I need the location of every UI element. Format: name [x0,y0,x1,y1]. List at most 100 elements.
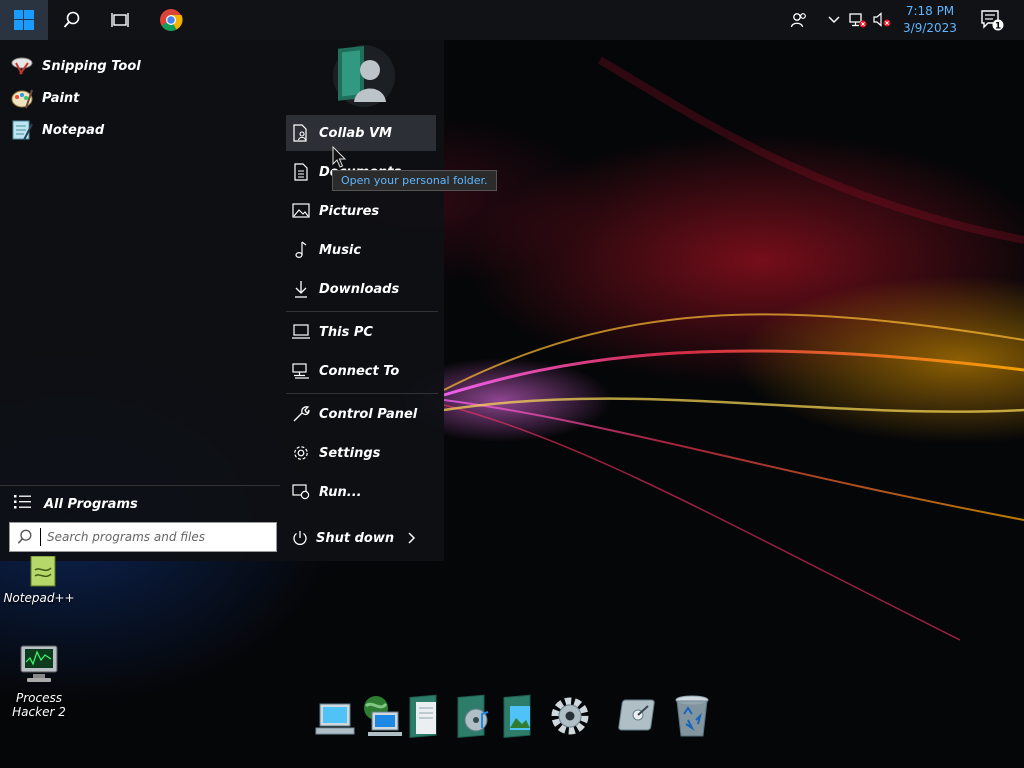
text-caret [40,528,41,546]
dock [312,690,716,746]
show-hidden-icons-button[interactable] [822,0,846,40]
clock-date: 3/9/2023 [903,21,957,35]
gear-icon [288,444,314,462]
pictures-folder-icon [503,694,531,739]
action-center-button[interactable]: 1 [972,0,1012,40]
dock-settings[interactable] [546,690,594,742]
link-user-folder[interactable]: Collab VM [286,115,436,151]
shutdown-button[interactable]: Shut down [292,524,416,552]
link-this-pc[interactable]: This PC [286,314,436,350]
taskbar-search-button[interactable] [48,0,96,40]
link-music[interactable]: Music [286,232,436,268]
dock-computer[interactable] [312,690,360,742]
computer-icon [288,324,314,340]
control-panel-icon [618,699,655,731]
computer-icon [315,703,355,735]
pinned-label: Snipping Tool [42,58,141,74]
mouse-cursor-icon [332,146,347,168]
chrome-icon [160,9,183,31]
link-pictures[interactable]: Pictures [286,193,436,229]
documents-icon [288,163,314,181]
link-control-panel[interactable]: Control Panel [286,396,436,432]
dock-control-panel[interactable] [616,690,664,742]
task-view-button[interactable] [96,0,144,40]
start-search-input[interactable]: Search programs and files [9,522,277,552]
all-programs-button[interactable]: All Programs [14,492,138,516]
all-programs-label: All Programs [44,496,138,512]
start-menu: Snipping Tool Paint Notepad All Programs… [0,40,444,561]
link-label: Pictures [319,203,380,219]
music-icon [288,241,314,259]
connect-icon [288,363,314,379]
notification-count: 1 [995,22,1001,32]
chrome-taskbar-button[interactable] [148,0,194,40]
music-folder-icon [457,694,489,739]
notepad-icon [10,118,34,142]
run-icon [288,484,314,500]
link-label: Collab VM [319,125,392,141]
power-icon [292,530,312,546]
link-label: Downloads [319,281,400,297]
pinned-label: Notepad [42,122,105,138]
start-button[interactable] [0,0,48,40]
snipping-tool-icon [10,54,34,78]
windows-logo-icon [14,10,34,30]
pinned-label: Paint [42,90,80,106]
start-menu-programs-pane: Snipping Tool Paint Notepad All Programs… [0,40,280,561]
pinned-paint[interactable]: Paint [10,83,270,113]
link-downloads[interactable]: Downloads [286,271,436,307]
network-globe-icon [364,696,402,736]
link-label: Settings [319,445,381,461]
notepadpp-icon [30,555,56,587]
downloads-icon [288,280,314,298]
desktop-icon-label: Notepad++ [3,591,75,605]
dock-recycle-bin[interactable] [668,690,716,742]
link-label: Connect To [319,363,400,379]
volume-muted-icon [873,12,891,27]
recycle-bin-icon [675,695,709,737]
documents-folder-icon [409,694,437,739]
link-label: Run... [319,484,362,500]
link-settings[interactable]: Settings [286,435,436,471]
dock-network[interactable] [356,690,404,742]
desktop-icon-notepadpp[interactable]: Notepad++ [0,555,78,605]
shutdown-label: Shut down [316,530,395,546]
link-label: This PC [319,324,373,340]
desktop[interactable]: 7:18 PM 3/9/2023 1 Snipping Tool Paint N… [0,0,1024,768]
people-button[interactable] [782,0,816,40]
search-icon [63,11,80,28]
link-label: Control Panel [319,406,418,422]
desktop-icon-label: Process Hacker 2 [12,691,66,719]
dock-documents[interactable] [404,690,452,742]
taskbar: 7:18 PM 3/9/2023 1 [0,0,1024,40]
clock-time: 7:18 PM [905,4,955,18]
taskbar-clock[interactable]: 7:18 PM 3/9/2023 [896,3,964,37]
search-placeholder: Search programs and files [47,530,205,544]
notification-icon: 1 [981,10,1004,32]
search-icon [10,529,40,545]
gear-icon [551,697,589,735]
pictures-icon [288,203,314,219]
wrench-icon [288,405,314,423]
divider [286,311,438,312]
paint-icon [10,86,34,110]
link-connect-to[interactable]: Connect To [286,353,436,389]
user-account-picture[interactable] [326,42,398,110]
network-button[interactable] [846,0,870,40]
dock-music[interactable] [452,690,500,742]
link-label: Music [319,242,362,258]
pinned-notepad[interactable]: Notepad [10,115,270,145]
pinned-snipping-tool[interactable]: Snipping Tool [10,51,270,81]
task-view-icon [111,13,129,27]
network-disconnected-icon [849,13,867,28]
dock-pictures[interactable] [498,690,546,742]
volume-button[interactable] [870,0,894,40]
user-avatar-icon [333,45,395,107]
desktop-icon-process-hacker[interactable]: Process Hacker 2 [0,640,78,719]
link-run[interactable]: Run... [286,474,436,510]
list-icon [14,494,34,514]
tooltip: Open your personal folder. [332,170,497,191]
chevron-right-icon[interactable] [408,532,416,544]
people-icon [790,13,806,28]
start-menu-places-pane: Collab VM Documents [286,40,438,561]
